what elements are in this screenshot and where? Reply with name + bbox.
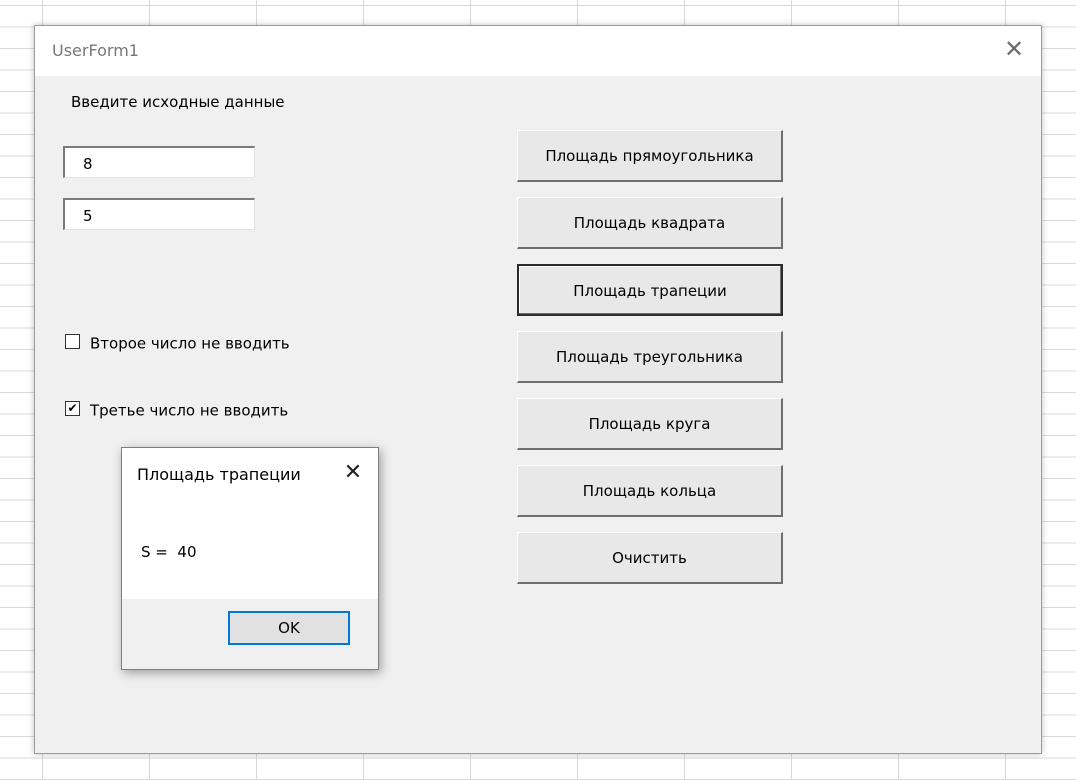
checkbox-label: Третье число не вводить (90, 401, 289, 420)
ok-button[interactable]: OK (228, 611, 350, 645)
trapezoid-area-button[interactable]: Площадь трапеции (517, 264, 783, 316)
clear-button[interactable]: Очистить (517, 532, 783, 584)
checkbox-second-number[interactable]: Второе число не вводить (65, 333, 290, 353)
prompt-label: Введите исходные данные (71, 93, 285, 111)
rectangle-area-button[interactable]: Площадь прямоугольника (517, 130, 783, 182)
message-text: S = 40 (141, 543, 197, 561)
ring-area-button[interactable]: Площадь кольца (517, 465, 783, 517)
checkbox-check-icon[interactable]: ✔ (65, 401, 80, 416)
input-field-2[interactable]: 5 (63, 198, 255, 230)
checkbox-label: Второе число не вводить (90, 334, 290, 353)
input-field-1[interactable]: 8 (63, 146, 255, 178)
message-box-title: Площадь трапеции (137, 465, 301, 484)
message-box: Площадь трапеции ✕ S = 40 OK (121, 447, 379, 670)
close-icon[interactable]: ✕ (1001, 36, 1027, 62)
window-title: UserForm1 (52, 41, 139, 60)
square-area-button[interactable]: Площадь квадрата (517, 197, 783, 249)
checkbox-box[interactable] (65, 334, 80, 349)
message-box-footer: OK (122, 599, 378, 669)
checkbox-third-number[interactable]: ✔ Третье число не вводить (65, 400, 288, 420)
userform-titlebar: UserForm1 ✕ (35, 26, 1041, 76)
circle-area-button[interactable]: Площадь круга (517, 398, 783, 450)
close-icon[interactable]: ✕ (342, 460, 364, 486)
triangle-area-button[interactable]: Площадь треугольника (517, 331, 783, 383)
